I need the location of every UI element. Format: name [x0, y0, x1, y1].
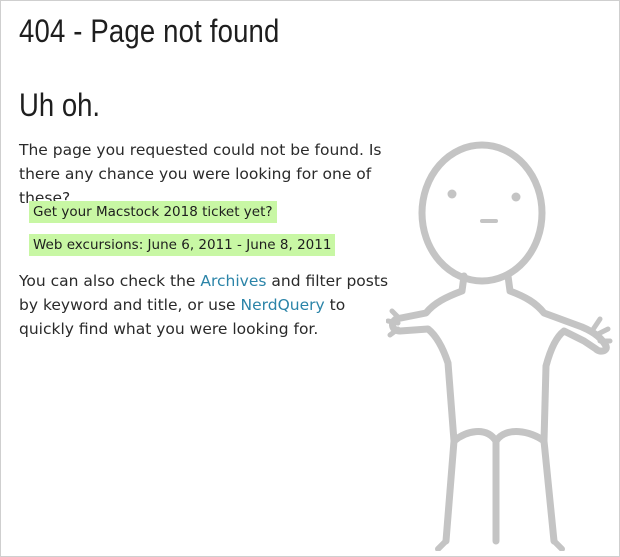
- page-title: 404 - Page not found: [19, 13, 280, 49]
- nerdquery-link[interactable]: NerdQuery: [241, 296, 325, 314]
- suggestion-link-web-excursions[interactable]: Web excursions: June 6, 2011 - June 8, 2…: [29, 234, 336, 256]
- archives-link[interactable]: Archives: [200, 272, 266, 290]
- shrugging-person-icon: [386, 141, 616, 551]
- page-frame: 404 - Page not found Uh oh. The page you…: [0, 0, 620, 557]
- suggestion-link-macstock[interactable]: Get your Macstock 2018 ticket yet?: [29, 201, 277, 223]
- outro-text-before: You can also check the: [19, 272, 201, 290]
- error-heading: Uh oh.: [19, 87, 101, 123]
- outro-text: You can also check the Archives and filt…: [19, 269, 399, 341]
- intro-text: The page you requested could not be foun…: [19, 141, 382, 207]
